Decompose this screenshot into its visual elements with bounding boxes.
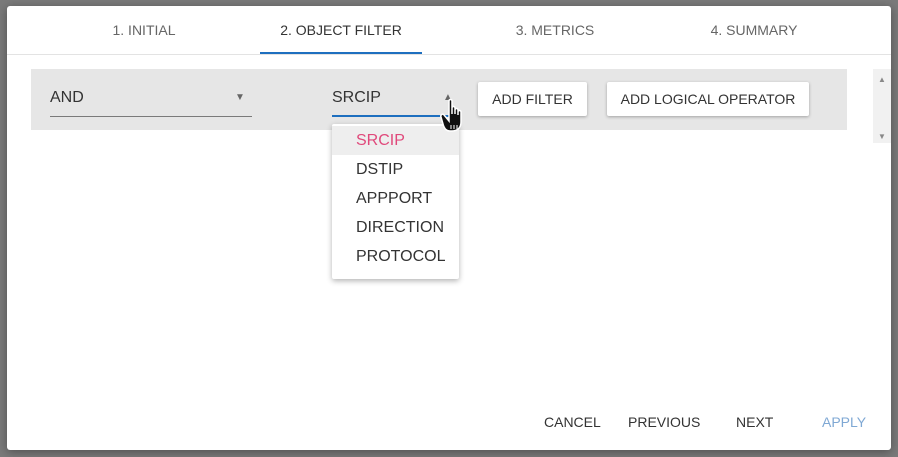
stepper-tabs: 1. INITIAL 2. OBJECT FILTER 3. METRICS 4…: [7, 6, 891, 55]
menu-item-direction[interactable]: DIRECTION: [332, 213, 459, 242]
add-logical-operator-button[interactable]: ADD LOGICAL OPERATOR: [607, 82, 809, 116]
filter-row: AND ▼ SRCIP ▲ ADD FILTER ADD LOGICAL OPE…: [31, 69, 847, 130]
menu-item-protocol[interactable]: PROTOCOL: [332, 242, 459, 271]
next-button[interactable]: NEXT: [736, 414, 773, 430]
previous-button[interactable]: PREVIOUS: [628, 414, 700, 430]
field-dropdown-menu: SRCIP DSTIP APPPORT DIRECTION PROTOCOL: [332, 124, 459, 279]
logical-operator-select[interactable]: AND ▼: [50, 83, 252, 117]
scroll-up-icon[interactable]: ▲: [873, 75, 891, 84]
menu-item-dstip[interactable]: DSTIP: [332, 155, 459, 184]
tab-summary[interactable]: 4. SUMMARY: [697, 6, 811, 55]
tab-object-filter[interactable]: 2. OBJECT FILTER: [260, 6, 422, 55]
add-filter-button[interactable]: ADD FILTER: [478, 82, 587, 116]
caret-down-icon: ▼: [235, 92, 245, 103]
cancel-button[interactable]: CANCEL: [544, 414, 601, 430]
scroll-down-icon[interactable]: ▼: [873, 132, 891, 141]
active-tab-indicator: [260, 52, 422, 54]
filter-field-value: SRCIP: [332, 89, 381, 106]
apply-button[interactable]: APPLY: [822, 414, 866, 430]
scrollbar[interactable]: ▲ ▼: [873, 69, 891, 143]
logical-operator-value: AND: [50, 89, 84, 106]
hand-cursor-icon: [440, 98, 462, 132]
tab-initial[interactable]: 1. INITIAL: [94, 6, 194, 55]
menu-item-appport[interactable]: APPPORT: [332, 184, 459, 213]
tab-metrics[interactable]: 3. METRICS: [500, 6, 610, 55]
